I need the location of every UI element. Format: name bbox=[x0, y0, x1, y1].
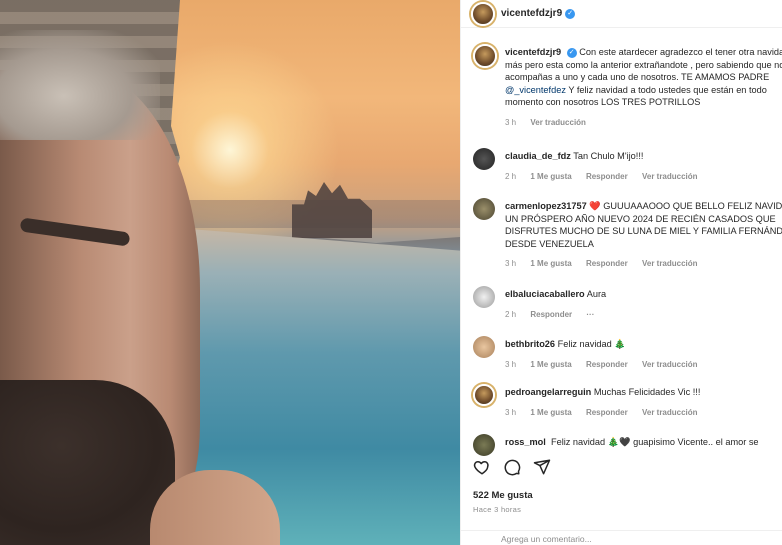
reply-button[interactable]: Responder bbox=[586, 172, 628, 181]
comment-text: Feliz navidad 🎄🖤 guapisimo Vicente.. el … bbox=[550, 437, 759, 447]
verified-icon: ✓ bbox=[566, 47, 577, 58]
post-panel: vicentefdzjr9 ✓ vicentefdzjr9 ✓ Con este… bbox=[460, 0, 782, 545]
commenter-avatar[interactable] bbox=[473, 384, 495, 406]
caption-meta: 3 h Ver traducción bbox=[505, 117, 782, 130]
comment-time: 2 h bbox=[505, 171, 517, 181]
comment-text: Aura bbox=[586, 289, 607, 299]
comment-meta: 2 h 1 Me gusta Responder Ver traducción bbox=[505, 171, 782, 184]
comment-time: 3 h bbox=[505, 259, 517, 268]
comment-body: ross_mol Feliz navidad 🎄🖤 guapisimo Vice… bbox=[505, 436, 782, 449]
commenter-avatar[interactable] bbox=[473, 286, 495, 308]
share-icon[interactable] bbox=[533, 458, 551, 476]
author-avatar[interactable] bbox=[471, 1, 495, 26]
heart-icon[interactable] bbox=[473, 458, 491, 476]
comment-text: Tan Chulo M'ijo!!! bbox=[573, 151, 644, 161]
comment-meta: 3 h 1 Me gusta Responder Ver traducción bbox=[505, 359, 782, 372]
author-username[interactable]: vicentefdzjr9 bbox=[501, 8, 562, 19]
comment-username[interactable]: ross_mol bbox=[505, 437, 546, 447]
commenter-avatar[interactable] bbox=[473, 336, 495, 358]
comment-likes[interactable]: 1 Me gusta bbox=[530, 360, 571, 369]
reply-button[interactable]: Responder bbox=[530, 310, 572, 319]
verified-icon: ✓ bbox=[565, 8, 576, 19]
comment-likes[interactable]: 1 Me gusta bbox=[530, 408, 571, 417]
comment-meta: 3 h 1 Me gusta Responder Ver traducción bbox=[505, 258, 782, 271]
comment-time: 2 h bbox=[505, 309, 517, 319]
comment-body: elbaluciacaballero Aura 2 h Responder ··… bbox=[505, 288, 782, 321]
comment-body: bethbrito26 Feliz navidad 🎄 3 h 1 Me gus… bbox=[505, 338, 782, 371]
comment-username[interactable]: elbaluciacaballero bbox=[505, 289, 585, 299]
hair bbox=[0, 30, 160, 140]
action-bar bbox=[473, 458, 551, 476]
reply-button[interactable]: Responder bbox=[586, 408, 628, 417]
commenter-avatar[interactable] bbox=[473, 434, 495, 456]
comment-username[interactable]: bethbrito26 bbox=[505, 339, 555, 349]
commenter-avatar[interactable] bbox=[473, 198, 495, 220]
comment-text: Muchas Felicidades Vic !!! bbox=[593, 387, 701, 397]
comment-likes[interactable]: 1 Me gusta bbox=[530, 259, 571, 268]
comment-meta: 2 h Responder ··· bbox=[505, 309, 782, 322]
add-comment-input[interactable]: Agrega un comentario... bbox=[461, 530, 782, 545]
translate-button[interactable]: Ver traducción bbox=[642, 360, 698, 369]
comment-username[interactable]: pedroangelarreguin bbox=[505, 387, 591, 397]
comment-body: claudia_de_fdz Tan Chulo M'ijo!!! 2 h 1 … bbox=[505, 150, 782, 183]
reply-button[interactable]: Responder bbox=[586, 259, 628, 268]
comment-likes[interactable]: 1 Me gusta bbox=[530, 172, 571, 181]
caption-time: 3 h bbox=[505, 117, 517, 127]
comments-list: vicentefdzjr9 ✓ Con este atardecer agrad… bbox=[461, 38, 782, 456]
post-time: Hace 3 horas bbox=[473, 505, 522, 514]
post-photo bbox=[0, 0, 460, 545]
comment-meta: 3 h 1 Me gusta Responder Ver traducción bbox=[505, 407, 782, 420]
comment-username[interactable]: claudia_de_fdz bbox=[505, 151, 571, 161]
comment-time: 3 h bbox=[505, 407, 517, 417]
comment-username[interactable]: carmenlopez31757 bbox=[505, 201, 587, 211]
caption-username[interactable]: vicentefdzjr9 bbox=[505, 47, 561, 57]
translate-button[interactable]: Ver traducción bbox=[642, 172, 698, 181]
translate-button[interactable]: Ver traducción bbox=[642, 408, 698, 417]
commenter-avatar[interactable] bbox=[473, 148, 495, 170]
caption-translate[interactable]: Ver traducción bbox=[530, 118, 586, 127]
caption-body: vicentefdzjr9 ✓ Con este atardecer agrad… bbox=[505, 46, 782, 129]
comment-body: pedroangelarreguin Muchas Felicidades Vi… bbox=[505, 386, 782, 419]
more-options-icon[interactable]: ··· bbox=[586, 310, 594, 319]
caption-avatar[interactable] bbox=[473, 44, 497, 68]
comment-time: 3 h bbox=[505, 359, 517, 369]
post-header: vicentefdzjr9 ✓ bbox=[461, 0, 782, 28]
likes-count[interactable]: 522 Me gusta bbox=[473, 490, 533, 501]
beard bbox=[0, 380, 175, 545]
caption-mention[interactable]: @_vicentefdez bbox=[505, 85, 566, 95]
comment-body: carmenlopez31757 ❤️ GUUUAAAOOO QUE BELLO… bbox=[505, 200, 782, 271]
comment-icon[interactable] bbox=[503, 458, 521, 476]
comment-text: Feliz navidad 🎄 bbox=[557, 339, 626, 349]
translate-button[interactable]: Ver traducción bbox=[642, 259, 698, 268]
reply-button[interactable]: Responder bbox=[586, 360, 628, 369]
